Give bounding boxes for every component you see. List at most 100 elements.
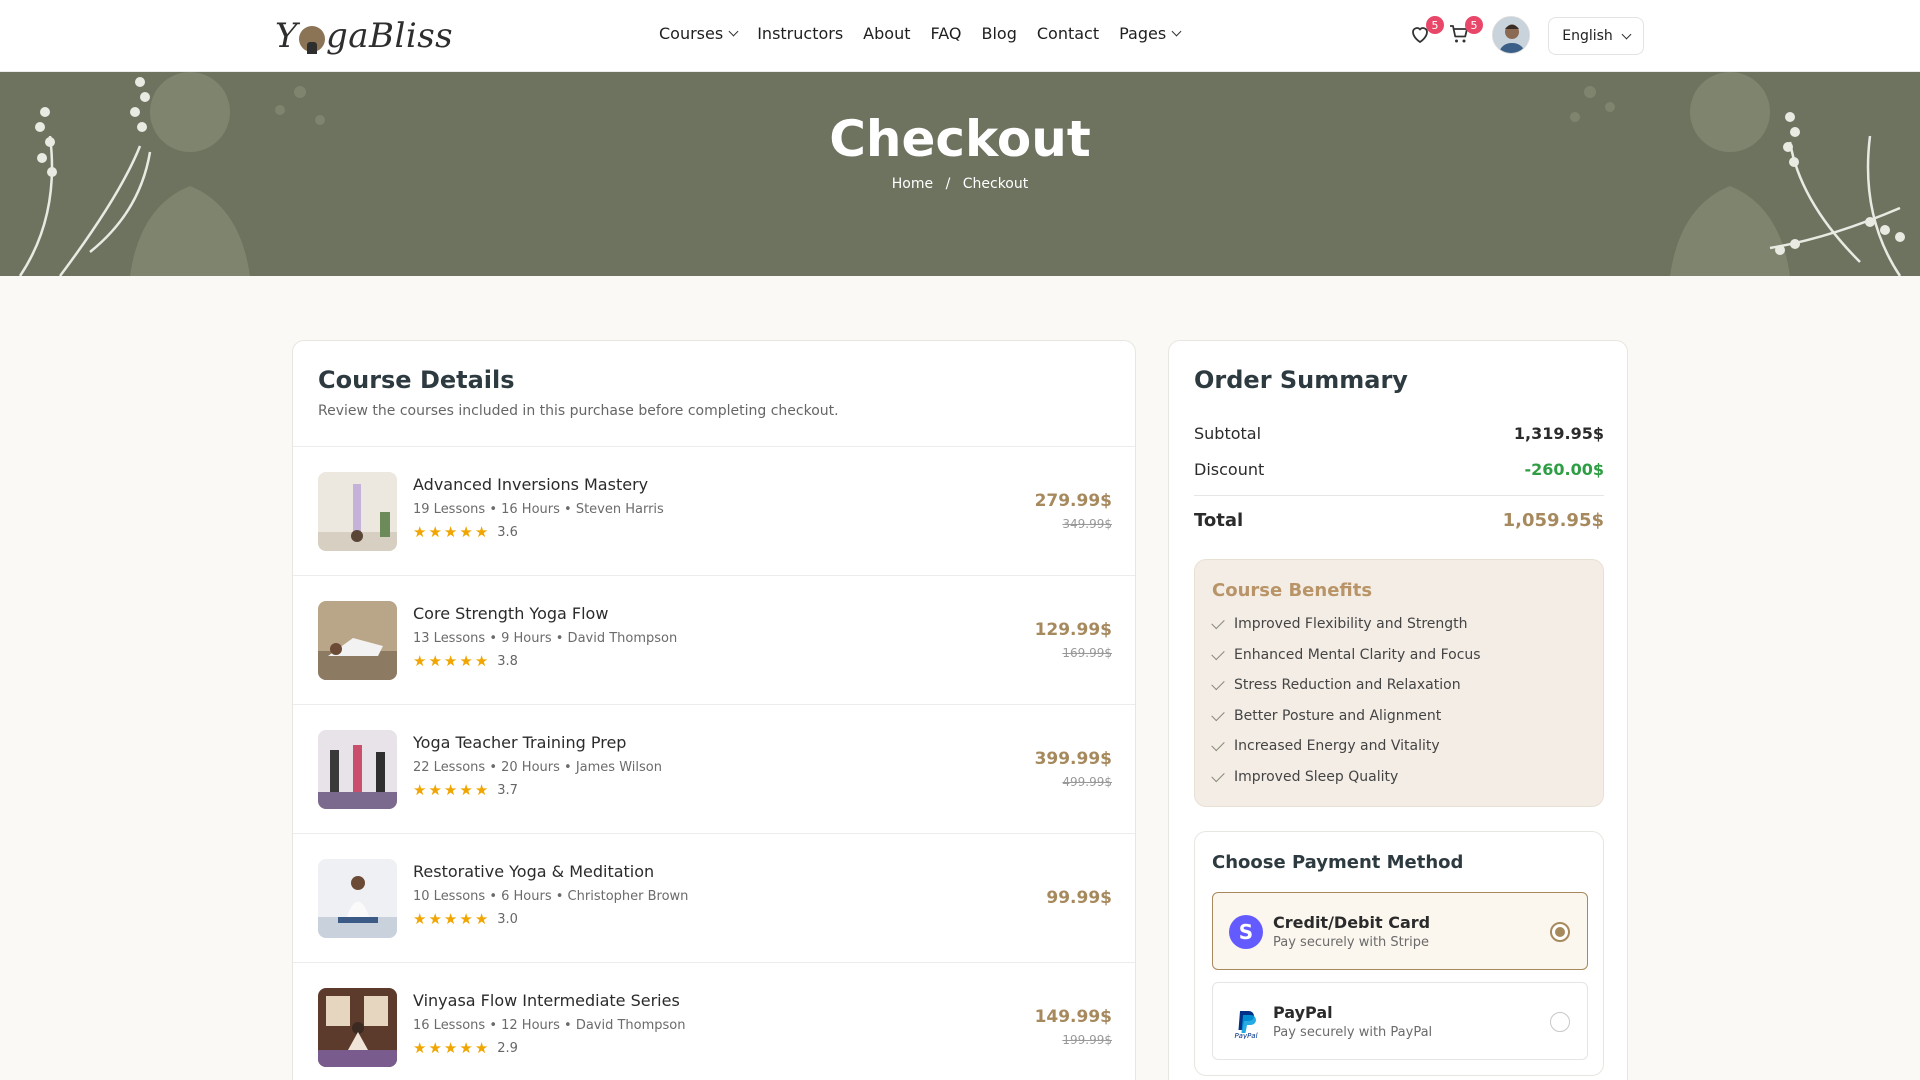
payment-option-card[interactable]: S Credit/Debit Card Pay securely with St… [1212,892,1588,970]
payment-option-paypal[interactable]: PayPal PayPal Pay securely with PayPal [1212,982,1588,1060]
breadcrumb-current: Checkout [962,176,1029,192]
payment-radio[interactable] [1550,1012,1570,1032]
course-thumbnail[interactable] [318,988,397,1067]
course-row[interactable]: Vinyasa Flow Intermediate Series 16 Less… [293,962,1135,1080]
discount-row: Discount -260.00$ [1194,460,1604,479]
payment-method-title: Choose Payment Method [1212,852,1464,873]
star-icon: ★ [413,523,427,541]
page-banner: Checkout Home / Checkout [0,72,1920,276]
subtotal-value: 1,319.95$ [1513,424,1604,443]
star-icon: ★ [428,652,442,670]
benefit-item: Better Posture and Alignment [1211,707,1441,724]
course-old-price: 349.99$ [1062,517,1112,531]
course-price: 149.99$ [1034,1007,1112,1027]
chevron-down-icon [1621,29,1632,39]
star-icon: ★ [428,523,442,541]
course-thumbnail[interactable] [318,472,397,551]
course-meta: 10 Lessons • 6 Hours • Christopher Brown [413,889,689,904]
course-price: 399.99$ [1034,749,1112,769]
wishlist-button[interactable]: 5 [1408,16,1444,48]
star-icon: ★ [474,910,489,928]
course-old-price: 499.99$ [1062,775,1112,789]
course-price: 129.99$ [1034,620,1112,640]
cart-button[interactable]: 5 [1447,16,1483,48]
order-summary-card: Order Summary Subtotal 1,319.95$ Discoun… [1168,340,1628,1080]
chevron-down-icon [1171,26,1182,37]
course-image-icon [318,472,397,551]
payment-radio-selected[interactable] [1550,922,1570,942]
payment-option-desc: Pay securely with PayPal [1273,1025,1433,1040]
benefit-item: Improved Sleep Quality [1211,768,1398,785]
breadcrumb-home-link[interactable]: Home [892,176,933,192]
course-image-icon [318,988,397,1067]
check-icon [1211,737,1225,751]
course-meta: 22 Lessons • 20 Hours • James Wilson [413,760,662,775]
total-label: Total [1194,510,1244,531]
course-thumbnail[interactable] [318,601,397,680]
star-icon: ★ [459,652,473,670]
course-benefits-panel: Course Benefits Improved Flexibility and… [1194,559,1604,807]
botanical-decoration-icon [18,72,1905,276]
course-details-card: Course Details Review the courses includ… [292,340,1136,1080]
nav-pages[interactable]: Pages [1119,24,1182,43]
course-row[interactable]: Restorative Yoga & Meditation 10 Lessons… [293,833,1135,962]
nav-about[interactable]: About [863,24,910,43]
benefit-item: Stress Reduction and Relaxation [1211,676,1461,693]
rating-value: 3.6 [497,525,518,540]
benefit-item: Increased Energy and Vitality [1211,737,1440,754]
nav-blog[interactable]: Blog [981,24,1016,43]
course-name[interactable]: Advanced Inversions Mastery [413,475,648,494]
main-nav: Courses Instructors About FAQ Blog Conta… [659,24,1182,43]
paypal-icon: PayPal [1229,1005,1263,1039]
yogabliss-logo[interactable]: Y gaBliss [275,14,453,58]
star-icon: ★ [428,1039,442,1057]
course-row[interactable]: Core Strength Yoga Flow 13 Lessons • 9 H… [293,575,1135,704]
check-icon [1211,676,1225,690]
course-old-price: 169.99$ [1062,646,1112,660]
logo-meditation-icon [298,26,325,54]
nav-contact[interactable]: Contact [1037,24,1099,43]
rating-value: 3.7 [497,783,518,798]
user-avatar[interactable] [1492,16,1530,54]
rating-value: 3.0 [497,912,518,927]
wishlist-count-badge: 5 [1426,16,1444,34]
logo-text-left: Y [275,16,298,56]
nav-courses[interactable]: Courses [659,24,739,43]
star-icon: ★ [428,781,442,799]
cart-count-badge: 5 [1465,16,1483,34]
star-icon: ★ [443,1039,458,1057]
nav-instructors[interactable]: Instructors [757,24,843,43]
course-name[interactable]: Yoga Teacher Training Prep [413,733,626,752]
course-thumbnail[interactable] [318,730,397,809]
course-row[interactable]: Advanced Inversions Mastery 19 Lessons •… [293,446,1135,575]
star-icon: ★ [459,523,473,541]
course-image-icon [318,859,397,938]
star-icon: ★ [443,523,458,541]
star-icon: ★ [413,652,427,670]
breadcrumb: Home / Checkout [0,176,1920,192]
course-rating: ★ ★ ★ ★ ★ 3.0 [413,910,518,928]
course-row[interactable]: Yoga Teacher Training Prep 22 Lessons • … [293,704,1135,833]
course-old-price: 199.99$ [1062,1033,1112,1047]
course-image-icon [318,730,397,809]
star-icon: ★ [474,1039,489,1057]
summary-divider [1194,495,1604,496]
language-select[interactable]: English [1548,17,1644,55]
check-icon [1211,768,1225,782]
star-icon: ★ [474,523,489,541]
nav-faq[interactable]: FAQ [930,24,961,43]
star-icon: ★ [428,910,442,928]
course-thumbnail[interactable] [318,859,397,938]
total-row: Total 1,059.95$ [1194,510,1604,531]
site-header: Y gaBliss Courses Instructors About FAQ … [0,0,1920,72]
benefit-item: Improved Flexibility and Strength [1211,615,1468,632]
user-photo-icon [1493,17,1529,53]
svg-text:PayPal: PayPal [1234,1032,1257,1039]
course-image-icon [318,601,397,680]
course-name[interactable]: Restorative Yoga & Meditation [413,862,654,881]
svg-text:S: S [1239,920,1253,944]
course-name[interactable]: Vinyasa Flow Intermediate Series [413,991,680,1010]
course-name[interactable]: Core Strength Yoga Flow [413,604,608,623]
star-icon: ★ [443,652,458,670]
star-icon: ★ [413,910,427,928]
